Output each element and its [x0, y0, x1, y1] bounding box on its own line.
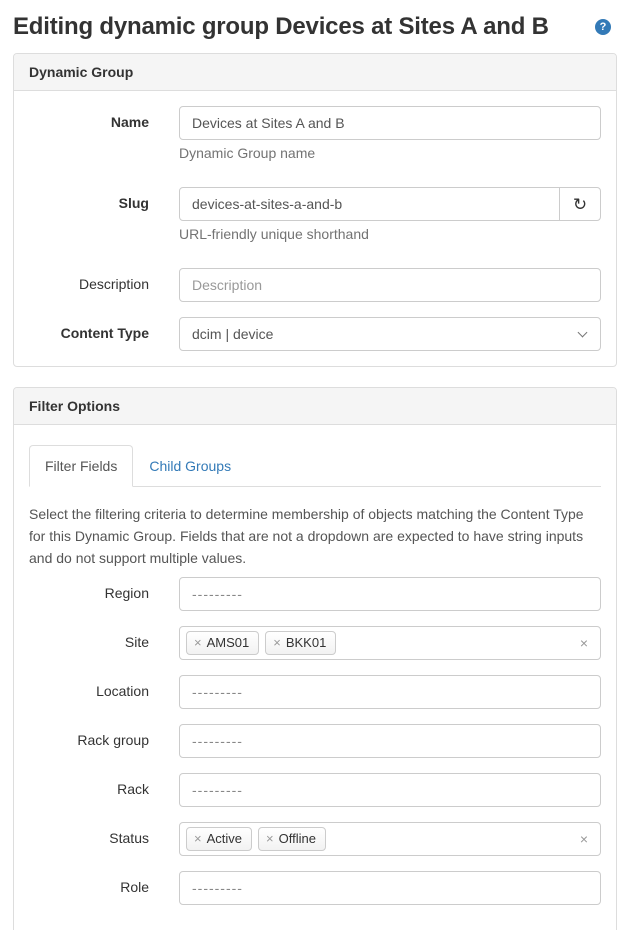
clear-selection-icon[interactable]: ×	[572, 829, 588, 849]
slug-label: Slug	[29, 187, 179, 253]
rack-group-label: Rack group	[29, 724, 179, 758]
description-label: Description	[29, 268, 179, 302]
remove-tag-icon[interactable]: ×	[266, 830, 274, 847]
tag-label: Active	[207, 830, 242, 847]
name-help-text: Dynamic Group name	[179, 145, 601, 162]
help-icon[interactable]: ?	[595, 19, 611, 35]
tag-label: Offline	[279, 830, 316, 847]
status-multiselect[interactable]: × Active × Offline ×	[179, 822, 601, 856]
location-select[interactable]: ---------	[179, 675, 601, 709]
role-select[interactable]: ---------	[179, 871, 601, 905]
chevron-down-icon	[578, 327, 588, 337]
tag-label: BKK01	[286, 634, 326, 651]
filter-options-panel-heading: Filter Options	[14, 388, 616, 425]
rack-group-field-row: Rack group ---------	[29, 724, 601, 758]
remove-tag-icon[interactable]: ×	[194, 830, 202, 847]
tag-label: AMS01	[207, 634, 250, 651]
filter-options-panel: Filter Options Filter Fields Child Group…	[13, 387, 617, 930]
site-field-row: Site × AMS01 × BKK01 ×	[29, 626, 601, 660]
region-placeholder: ---------	[192, 584, 588, 604]
site-tag: × AMS01	[186, 631, 259, 655]
name-input[interactable]	[179, 106, 601, 140]
status-tag: × Offline	[258, 827, 326, 851]
role-label: Role	[29, 871, 179, 905]
filter-fields-description: Select the filtering criteria to determi…	[29, 503, 601, 569]
slug-help-text: URL-friendly unique shorthand	[179, 226, 601, 243]
name-field-row: Name Dynamic Group name	[29, 106, 601, 172]
site-label: Site	[29, 626, 179, 660]
remove-tag-icon[interactable]: ×	[194, 634, 202, 651]
status-tag: × Active	[186, 827, 252, 851]
region-select[interactable]: ---------	[179, 577, 601, 611]
description-field-row: Description	[29, 268, 601, 302]
content-type-field-row: Content Type dcim | device	[29, 317, 601, 351]
clear-selection-icon[interactable]: ×	[572, 633, 588, 653]
tab-filter-fields[interactable]: Filter Fields	[29, 445, 133, 487]
role-field-row: Role ---------	[29, 871, 601, 905]
site-tag: × BKK01	[265, 631, 336, 655]
role-placeholder: ---------	[192, 878, 588, 898]
regenerate-slug-button[interactable]: ↻	[559, 187, 601, 221]
rack-group-select[interactable]: ---------	[179, 724, 601, 758]
description-input[interactable]	[179, 268, 601, 302]
rack-label: Rack	[29, 773, 179, 807]
location-label: Location	[29, 675, 179, 709]
filter-options-tabs: Filter Fields Child Groups	[29, 445, 601, 487]
region-label: Region	[29, 577, 179, 611]
slug-input[interactable]	[179, 187, 560, 221]
rack-select[interactable]: ---------	[179, 773, 601, 807]
remove-tag-icon[interactable]: ×	[273, 634, 281, 651]
edit-dynamic-group-page: Editing dynamic group Devices at Sites A…	[0, 14, 630, 930]
rack-field-row: Rack ---------	[29, 773, 601, 807]
rack-group-placeholder: ---------	[192, 731, 588, 751]
location-field-row: Location ---------	[29, 675, 601, 709]
tab-child-groups[interactable]: Child Groups	[133, 445, 247, 487]
location-placeholder: ---------	[192, 682, 588, 702]
rack-placeholder: ---------	[192, 780, 588, 800]
page-title: Editing dynamic group Devices at Sites A…	[13, 14, 549, 40]
region-field-row: Region ---------	[29, 577, 601, 611]
site-multiselect[interactable]: × AMS01 × BKK01 ×	[179, 626, 601, 660]
content-type-label: Content Type	[29, 317, 179, 351]
dynamic-group-panel-heading: Dynamic Group	[14, 54, 616, 91]
status-field-row: Status × Active × Offline ×	[29, 822, 601, 856]
name-label: Name	[29, 106, 179, 172]
page-header: Editing dynamic group Devices at Sites A…	[13, 14, 617, 40]
status-label: Status	[29, 822, 179, 856]
slug-field-row: Slug ↻ URL-friendly unique shorthand	[29, 187, 601, 253]
content-type-selected-value: dcim | device	[192, 324, 571, 344]
dynamic-group-panel: Dynamic Group Name Dynamic Group name Sl…	[13, 53, 617, 367]
filter-options-panel-body: Filter Fields Child Groups Select the fi…	[14, 425, 616, 930]
refresh-icon: ↻	[573, 196, 587, 213]
content-type-select[interactable]: dcim | device	[179, 317, 601, 351]
dynamic-group-panel-body: Name Dynamic Group name Slug ↻ URL-frien…	[14, 91, 616, 366]
